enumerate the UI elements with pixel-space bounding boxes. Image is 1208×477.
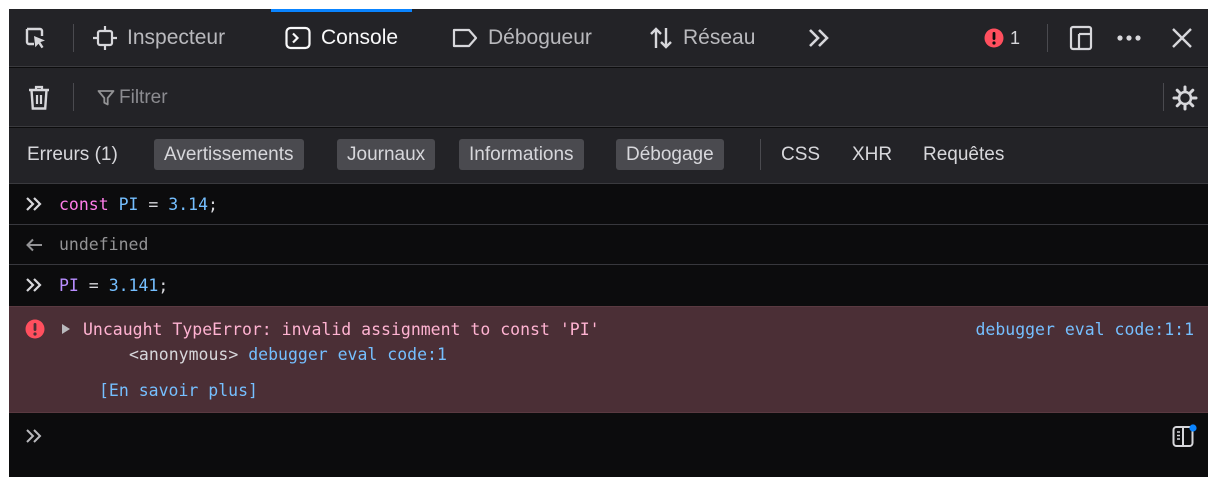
chevron-double-right-icon (26, 429, 42, 443)
operator: = (138, 194, 169, 214)
inspector-icon (93, 26, 117, 50)
command-text: const PI = 3.14; (59, 184, 218, 224)
tab-label: Débogueur (488, 26, 592, 49)
filter-input[interactable] (91, 68, 1151, 127)
console-icon (285, 26, 311, 50)
tab-network[interactable]: Réseau (649, 9, 755, 67)
expand-toggle[interactable] (61, 317, 71, 341)
filter-warnings[interactable]: Avertissements (154, 139, 304, 170)
punctuation: ; (208, 194, 218, 214)
console-error-message: Uncaught TypeError: invalid assignment t… (9, 306, 1208, 413)
filter-divider (760, 139, 761, 170)
ellipsis-icon (1117, 35, 1141, 41)
element-picker-button[interactable] (23, 9, 47, 67)
chevron-double-right-icon (26, 278, 42, 292)
filter-xhr[interactable]: XHR (852, 139, 892, 170)
dock-side-icon (1069, 25, 1093, 51)
number: 3.14 (168, 194, 209, 214)
error-source-link[interactable]: debugger eval code:1:1 (975, 317, 1194, 341)
settings-button[interactable] (1172, 68, 1198, 127)
prompt-icon-wrap (25, 425, 43, 447)
error-icon (984, 28, 1004, 48)
toolbar-divider (73, 24, 74, 52)
triangle-right-icon (62, 324, 70, 334)
identifier: PI (118, 194, 139, 214)
tab-label: Réseau (683, 26, 756, 49)
console-filter-bar (9, 68, 1208, 127)
close-icon (1172, 28, 1192, 48)
error-count-badge[interactable]: 1 (984, 9, 1020, 67)
close-button[interactable] (1171, 9, 1193, 67)
gear-icon (1172, 85, 1198, 110)
filter-debug[interactable]: Débogage (616, 139, 724, 170)
error-text: Uncaught TypeError: invalid assignment t… (83, 319, 600, 339)
learn-more-link[interactable]: [En savoir plus] (99, 378, 258, 402)
error-count: 1 (1010, 27, 1021, 48)
tab-label: Inspecteur (127, 26, 226, 49)
console-command: const PI = 3.14; (9, 184, 1208, 225)
console-command: PI = 3.141; (9, 265, 1208, 306)
filter-requests[interactable]: Requêtes (923, 139, 1004, 170)
dock-toggle-button[interactable] (1069, 9, 1093, 67)
result-value: undefined (59, 235, 149, 254)
editor-toggle-icon (1172, 424, 1197, 447)
prompt-icon-wrap (25, 184, 43, 224)
network-icon (650, 27, 672, 49)
result-icon-wrap (25, 225, 43, 264)
number: 3.141 (108, 275, 159, 295)
filter-css[interactable]: CSS (781, 139, 820, 170)
stack-location: debugger eval code:1 (248, 344, 447, 364)
log-level-filters: Erreurs (1) Avertissements Journaux Info… (9, 128, 1208, 184)
error-icon-wrap (25, 317, 45, 341)
prompt-icon-wrap (25, 265, 43, 305)
chevron-double-right-icon (26, 197, 42, 211)
editor-mode-button[interactable] (1172, 424, 1198, 453)
devtools-toolbar: Inspecteur Console Débogueur Réseau 1 (9, 9, 1208, 67)
filter-logs[interactable]: Journaux (337, 139, 436, 170)
tab-inspector[interactable]: Inspecteur (93, 9, 225, 67)
stack-function: <anonymous> (129, 344, 239, 364)
error-icon (25, 319, 45, 339)
operator: = (78, 275, 109, 295)
filter-info[interactable]: Informations (459, 139, 584, 170)
toolbar-divider (1047, 24, 1048, 52)
more-tabs-button[interactable] (807, 9, 831, 67)
trash-icon (29, 85, 49, 110)
punctuation: ; (158, 275, 169, 295)
tab-label: Console (321, 26, 399, 49)
debugger-icon (452, 28, 478, 48)
filter-divider (73, 83, 74, 111)
console-input[interactable] (9, 413, 1208, 477)
devtools-window: Inspecteur Console Débogueur Réseau 1 Fi… (9, 9, 1208, 477)
filter-errors[interactable]: Erreurs (1) (27, 139, 118, 170)
keyword: const (59, 194, 109, 214)
filter-divider (1163, 83, 1164, 111)
clear-console-button[interactable] (27, 68, 51, 127)
arrow-left-icon (26, 238, 42, 251)
tab-console[interactable]: Console (270, 9, 413, 67)
chevron-double-right-icon (809, 29, 829, 47)
command-text: PI = 3.141; (59, 265, 168, 305)
element-picker-icon (25, 27, 45, 49)
console-result: undefined (9, 225, 1208, 265)
stack-frame[interactable]: <anonymous> debugger eval code:1 (129, 342, 447, 366)
more-options-button[interactable] (1117, 9, 1141, 67)
identifier: PI (59, 275, 79, 295)
tab-debugger[interactable]: Débogueur (452, 9, 592, 67)
